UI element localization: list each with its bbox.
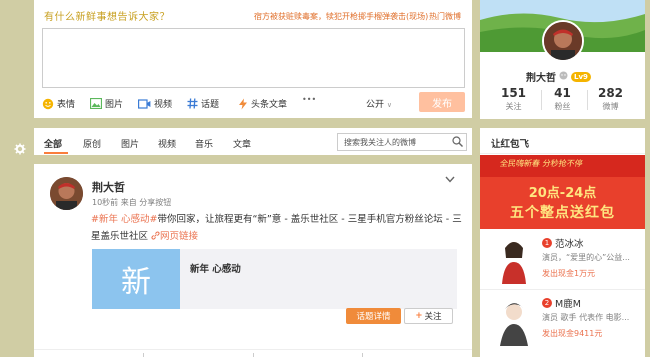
red-packet-banner[interactable]: 全民嗨新春 分秒抢不停 20点-24点 五个整点送红包 — [480, 155, 645, 229]
video-label: 视频 — [154, 100, 173, 110]
topic-button[interactable]: 话题 — [187, 97, 219, 110]
shared-link-card[interactable]: 新 新年 心感动 话题详情 + 关注 — [92, 249, 457, 324]
person-name[interactable]: M鹿M — [555, 296, 581, 310]
publish-button[interactable]: 发布 — [419, 92, 465, 112]
image-label: 图片 — [105, 100, 124, 110]
following-label: 关注 — [505, 102, 522, 111]
more-icon: ••• — [302, 95, 317, 104]
web-link[interactable]: 网页链接 — [160, 231, 198, 242]
settings-gear-icon[interactable] — [14, 143, 26, 158]
search-icon[interactable] — [452, 136, 463, 150]
visibility-select[interactable]: 公开 ∨ — [366, 97, 392, 110]
level-badge: Lv9 — [571, 71, 591, 82]
action-divider — [362, 353, 363, 357]
weibo-label: 微博 — [602, 102, 619, 111]
more-button[interactable]: ••• — [302, 95, 316, 104]
feed-post-card: 荆大哲 10秒前 来自 分享按钮 #新年 心感动#带你回家，让旅程更有“新”意 … — [34, 164, 472, 357]
hot-topic-link[interactable]: 宿方被获赃赎毒案，犊犯开枪掷手榴弹袭击(现场) — [254, 11, 428, 22]
user-badge-icon — [559, 71, 568, 83]
banner-time: 20点-24点 — [528, 186, 597, 201]
video-button[interactable]: 视频 — [138, 97, 172, 110]
compose-card: 有什么新鲜事想告诉大家？ 宿方被获赃赎毒案，犊犯开枪掷手榴弹袭击(现场) 热门微… — [34, 0, 472, 118]
author-avatar[interactable] — [50, 177, 83, 210]
headline-label: 头条文章 — [251, 100, 288, 110]
red-packet-card: 让红包飞 全民嗨新春 分秒抢不停 20点-24点 五个整点送红包 1 范冰冰 演… — [480, 128, 645, 357]
person-cash-amount: 发出现金9411元 — [542, 329, 603, 338]
post-text: #新年 心感动#带你回家，让旅程更有“新”意 - 盖乐世社区 - 三星手机官方粉… — [91, 211, 463, 245]
following-count[interactable]: 151 — [486, 86, 541, 100]
action-divider — [253, 353, 254, 357]
rank-badge: 2 — [542, 298, 552, 308]
profile-card: 荆大哲 Lv9 151 关注 41 粉丝 282 微博 — [480, 0, 645, 119]
rank-badge: 1 — [542, 238, 552, 248]
person-cash-amount: 发出现金1万元 — [542, 269, 596, 278]
tab-all[interactable]: 全部 — [44, 137, 62, 150]
share-title: 新年 心感动 — [190, 264, 241, 275]
profile-avatar[interactable] — [542, 20, 584, 62]
tab-music[interactable]: 音乐 — [195, 137, 213, 150]
topic-label: 话题 — [201, 100, 220, 110]
emoji-label: 表情 — [57, 100, 76, 110]
image-icon — [90, 98, 102, 109]
hashtag-icon — [187, 98, 198, 109]
search-placeholder: 搜索我关注人的微博 — [344, 138, 416, 147]
tab-images[interactable]: 图片 — [121, 137, 139, 150]
followers-label: 粉丝 — [554, 102, 571, 111]
person-description: 演员，“爱里的心”公益... — [542, 253, 630, 262]
person-avatar[interactable] — [492, 234, 536, 286]
profile-name[interactable]: 荆大哲 Lv9 — [526, 69, 591, 84]
chevron-down-icon: ∨ — [386, 101, 393, 109]
compose-textarea[interactable] — [42, 28, 465, 88]
action-divider — [143, 353, 144, 357]
follow-topic-button[interactable]: + 关注 — [404, 308, 453, 324]
profile-name-text: 荆大哲 — [526, 73, 556, 84]
person-description: 演员 歌手 代表作 电影... — [542, 313, 630, 322]
person-name[interactable]: 范冰冰 — [555, 236, 584, 250]
person-avatar[interactable] — [492, 294, 536, 346]
divider — [480, 153, 645, 154]
post-author-name[interactable]: 荆大哲 — [92, 179, 125, 195]
hot-weibo-link[interactable]: 热门微博 — [429, 11, 461, 22]
red-packet-title: 让红包飞 — [491, 139, 530, 150]
active-tab-indicator — [44, 152, 68, 154]
tab-articles[interactable]: 文章 — [233, 137, 251, 150]
post-topic-link[interactable]: #新年 心感动# — [91, 214, 157, 225]
divider — [480, 289, 645, 290]
compose-prompt: 有什么新鲜事想告诉大家？ — [44, 12, 170, 23]
banner-slogan: 全民嗨新春 分秒抢不停 — [499, 159, 584, 168]
share-thumbnail: 新 — [92, 249, 180, 309]
plus-icon: + — [415, 311, 423, 321]
post-meta: 10秒前 来自 分享按钮 — [92, 198, 172, 207]
topic-details-button[interactable]: 话题详情 — [346, 308, 401, 324]
banner-headline: 五个整点送红包 — [510, 205, 615, 221]
link-icon — [151, 231, 160, 242]
post-menu-chevron-icon[interactable] — [445, 175, 455, 186]
tab-original[interactable]: 原创 — [83, 137, 101, 150]
video-icon — [138, 98, 151, 109]
feed-search-input[interactable]: 搜索我关注人的微博 — [337, 133, 467, 151]
image-button[interactable]: 图片 — [90, 97, 123, 110]
followers-count[interactable]: 41 — [535, 86, 590, 100]
headline-article-button[interactable]: 头条文章 — [238, 97, 287, 110]
visibility-label: 公开 — [366, 100, 385, 110]
feed-tab-bar: 全部 原创 图片 视频 音乐 文章 搜索我关注人的微博 — [34, 128, 472, 155]
tab-videos[interactable]: 视频 — [158, 137, 176, 150]
weibo-count[interactable]: 282 — [583, 86, 638, 100]
headline-icon — [238, 98, 248, 110]
emoji-icon — [42, 98, 54, 110]
follow-label: 关注 — [424, 312, 442, 322]
emoji-button[interactable]: 表情 — [42, 97, 75, 110]
